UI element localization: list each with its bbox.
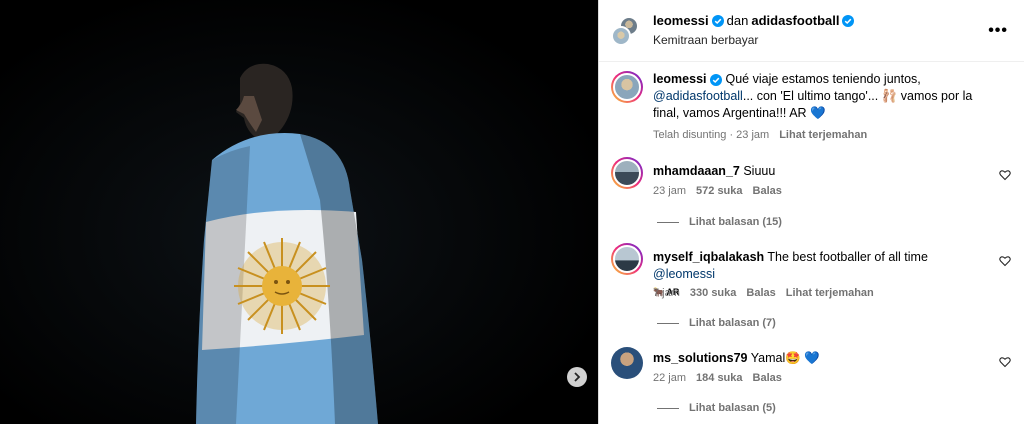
reply-button[interactable]: Balas	[753, 372, 782, 384]
like-heart-icon[interactable]	[999, 255, 1011, 267]
comment-username[interactable]: myself_iqbalakash	[653, 250, 764, 264]
reply-button[interactable]: Balas	[746, 287, 775, 299]
verified-badge-icon	[711, 14, 724, 27]
comment-text: ms_solutions79 Yamal🤩 💙	[653, 350, 993, 367]
see-translation-link[interactable]: Lihat terjemahan	[779, 129, 867, 141]
comment-time: 23 jam	[653, 185, 687, 197]
comment-body: Yamal🤩 💙	[750, 351, 820, 365]
caption-text: leomessi Qué viaje estamos teniendo junt…	[653, 71, 993, 122]
like-heart-icon[interactable]	[999, 169, 1011, 181]
divider	[657, 322, 679, 324]
view-replies-button[interactable]: Lihat balasan (7)	[657, 317, 776, 329]
comment-likes[interactable]: 572 suka	[696, 185, 742, 197]
caption-meta: Telah disunting · 23 jam Lihat terjemaha…	[653, 129, 867, 141]
comment-meta: 22 jam 184 suka Balas	[653, 372, 782, 384]
comment-likes[interactable]: 184 suka	[696, 372, 742, 384]
collab-avatars[interactable]	[611, 16, 641, 46]
coauthor-username[interactable]: adidasfootball	[751, 13, 839, 28]
view-replies-button[interactable]: Lihat balasan (5)	[657, 402, 776, 414]
caption-username[interactable]: leomessi	[653, 72, 707, 86]
next-media-button[interactable]	[567, 367, 587, 387]
see-translation-link[interactable]: Lihat terjemahan	[786, 287, 874, 299]
edited-label: Telah disunting · 23 jam	[653, 129, 770, 141]
post-authors: leomessi dan adidasfootball	[653, 13, 855, 28]
caption: leomessi Qué viaje estamos teniendo junt…	[611, 71, 1011, 151]
avatar[interactable]	[611, 243, 643, 275]
caption-text-before: Qué viaje estamos teniendo juntos,	[725, 72, 921, 86]
caption-mention[interactable]: @adidasfootball	[653, 89, 743, 103]
like-heart-icon[interactable]	[999, 356, 1011, 368]
avatar[interactable]	[611, 157, 643, 189]
author-username[interactable]: leomessi	[653, 13, 709, 28]
comment-username[interactable]: ms_solutions79	[653, 351, 747, 365]
verified-badge-icon	[842, 14, 855, 27]
avatar[interactable]	[611, 71, 643, 103]
verified-badge-icon	[710, 73, 722, 86]
comment-meta: 23 jam 572 suka Balas	[653, 185, 782, 197]
post-media	[0, 0, 598, 424]
post-details-panel: leomessi dan adidasfootball Kemitraan be…	[598, 0, 1024, 424]
avatar[interactable]	[611, 347, 643, 379]
more-dots-icon[interactable]: •••	[988, 22, 1008, 40]
comment-username[interactable]: mhamdaaan_7	[653, 164, 740, 178]
author-joiner: dan	[726, 13, 749, 28]
comment-text: mhamdaaan_7 Siuuu	[653, 163, 993, 180]
comment-body: The best footballer of all time	[767, 250, 928, 264]
comment-body: Siuuu	[743, 164, 776, 178]
divider	[657, 407, 679, 409]
comments-list[interactable]: leomessi Qué viaje estamos teniendo junt…	[599, 63, 1024, 424]
avatar	[611, 26, 631, 46]
comment-mention[interactable]: @leomessi	[653, 267, 715, 281]
sun-of-may-emblem	[234, 238, 330, 334]
paid-partnership-label[interactable]: Kemitraan berbayar	[653, 33, 758, 47]
comment: ms_solutions79 Yamal🤩 💙 22 jam 184 suka …	[611, 347, 1011, 424]
comment-meta: 7 jam 330 suka Balas Lihat terjemahan	[653, 287, 874, 299]
view-replies-button[interactable]: Lihat balasan (15)	[657, 216, 782, 228]
post-photo	[0, 0, 598, 424]
comment: mhamdaaan_7 Siuuu 23 jam 572 suka Balas …	[611, 157, 1011, 237]
comment-time: 22 jam	[653, 372, 687, 384]
comment-likes[interactable]: 330 suka	[690, 287, 736, 299]
comment-time: 7 jam	[653, 287, 680, 299]
comment: myself_iqbalakash The best footballer of…	[611, 243, 1011, 343]
post-header: leomessi dan adidasfootball Kemitraan be…	[599, 0, 1024, 62]
divider	[657, 221, 679, 223]
chevron-right-icon	[574, 372, 581, 382]
reply-button[interactable]: Balas	[753, 185, 782, 197]
